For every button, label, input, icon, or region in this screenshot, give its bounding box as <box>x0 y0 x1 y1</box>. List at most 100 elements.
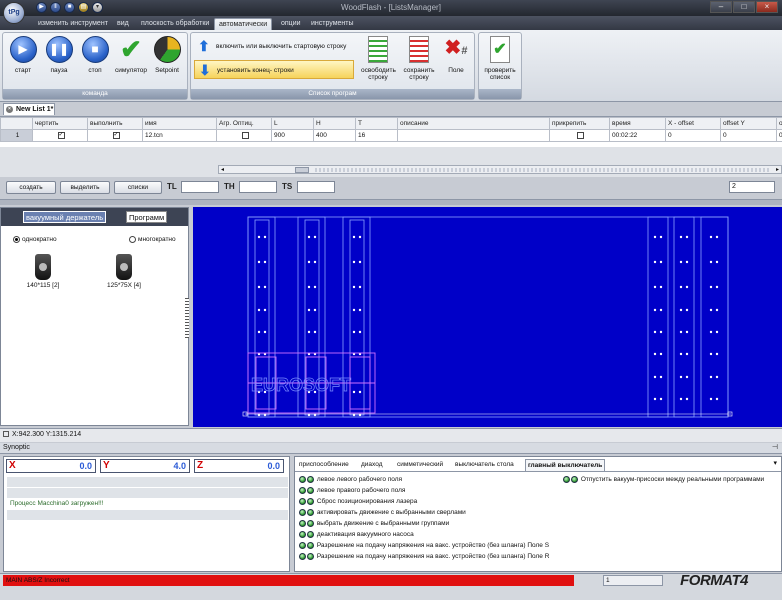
aggr-checkbox-cell[interactable] <box>216 129 272 142</box>
document-tab[interactable]: × New List 1* <box>3 103 55 115</box>
work-table-canvas[interactable]: EUROSOFT <box>193 207 782 427</box>
o-cell[interactable]: 0 <box>776 129 782 142</box>
description-cell[interactable] <box>397 129 550 142</box>
tab-change-tool[interactable]: изменить инструмент <box>34 18 112 30</box>
signal-item[interactable]: Отпустить вакуум-присоски между реальным… <box>563 475 764 484</box>
tl-input[interactable] <box>181 181 219 193</box>
stop-button[interactable]: ■ стоп <box>78 36 112 74</box>
signal-item[interactable]: Сброс позиционирования лазера <box>299 497 417 506</box>
minimize-button[interactable]: – <box>710 1 732 13</box>
simulator-button[interactable]: ✔ симулятор <box>114 36 148 75</box>
save-row-button[interactable]: сохранить строку <box>402 36 436 81</box>
row-number[interactable]: 1 <box>0 129 33 142</box>
lists-button[interactable]: списки <box>114 181 162 194</box>
radio-single-dot[interactable] <box>13 236 20 243</box>
scroll-right-icon[interactable]: ▸ <box>776 166 779 173</box>
column-header[interactable]: X - offset <box>665 117 721 130</box>
field-button[interactable]: ✖# Поле <box>439 36 473 74</box>
radio-single[interactable]: однократно <box>13 236 57 243</box>
t-cell[interactable]: 16 <box>355 129 398 142</box>
execute-checkbox-cell[interactable]: ✓ <box>87 129 143 142</box>
arrow-up-icon: ⬆ <box>198 38 210 54</box>
draw-checkbox-cell[interactable]: ✓ <box>32 129 88 142</box>
th-input[interactable] <box>239 181 277 193</box>
column-header[interactable]: время <box>609 117 666 130</box>
column-header[interactable]: L <box>271 117 314 130</box>
column-header[interactable]: выполнить <box>87 117 143 130</box>
vacuum-cup-icon <box>116 254 132 280</box>
tab-table-switch[interactable]: выключатель стола <box>453 459 516 471</box>
scroll-thumb[interactable] <box>295 167 309 173</box>
column-header[interactable]: H <box>313 117 356 130</box>
close-button[interactable]: × <box>756 1 778 13</box>
tab-programs[interactable]: Программ <box>126 211 168 223</box>
app-logo[interactable]: tPg <box>3 2 25 24</box>
quantity-stepper[interactable]: 2 <box>729 181 775 193</box>
scroll-track[interactable] <box>315 168 771 172</box>
signal-item[interactable]: левое левого рабочего поля <box>299 475 402 484</box>
pause-button[interactable]: ❚❚ пауза <box>42 36 76 74</box>
execute-checkbox[interactable]: ✓ <box>112 131 120 139</box>
l-cell[interactable]: 900 <box>271 129 314 142</box>
tab-automatic[interactable]: автоматически <box>214 18 273 30</box>
table-row[interactable]: 1 ✓ ✓ 12.tcn 900 400 16 00:02:22 0 0 0 <box>0 129 782 142</box>
tab-symmetric[interactable]: симметический <box>395 459 445 471</box>
column-header[interactable]: имя <box>142 117 217 130</box>
column-header[interactable]: offset Y <box>720 117 777 130</box>
time-cell[interactable]: 00:02:22 <box>609 129 666 142</box>
check-group-label <box>479 89 521 99</box>
column-header[interactable]: Агр. Оптиц. <box>216 117 272 130</box>
radio-multiple-dot[interactable] <box>129 236 136 243</box>
name-cell[interactable]: 12.tcn <box>142 129 217 142</box>
list-green-icon <box>368 36 388 63</box>
tool-item[interactable]: 125*75X [4] <box>104 254 144 289</box>
toggle-start-row-button[interactable]: ⬆ включить или выключить стартовую строк… <box>194 37 354 56</box>
tab-main-switch[interactable]: главный выключатель <box>525 459 606 471</box>
draw-checkbox[interactable]: ✓ <box>57 131 65 139</box>
attach-checkbox-cell[interactable] <box>549 129 610 142</box>
tab-vacuum-holder[interactable]: вакуумный держатель <box>23 211 107 223</box>
ts-input[interactable] <box>297 181 335 193</box>
column-header <box>0 117 33 130</box>
column-header[interactable]: o <box>776 117 782 130</box>
tab-tools[interactable]: инструменты <box>307 18 358 30</box>
release-row-button[interactable]: освободить строку <box>361 36 396 81</box>
pin-icon[interactable]: ⊣ <box>772 443 778 453</box>
signal-item[interactable]: деактивация вакуумного насоса <box>299 530 414 539</box>
check-list-button[interactable]: ✔ проверить список <box>483 36 517 81</box>
panel-grip[interactable] <box>185 298 189 338</box>
column-header[interactable]: прикрепить <box>549 117 610 130</box>
signal-item[interactable]: левое правого рабочего поля <box>299 486 405 495</box>
attach-checkbox[interactable] <box>577 131 584 139</box>
tab-view[interactable]: вид <box>113 18 133 30</box>
maximize-button[interactable]: □ <box>733 1 755 13</box>
setpoint-button[interactable]: Setpoint <box>150 36 184 74</box>
create-button[interactable]: создать <box>6 181 56 194</box>
column-header[interactable]: чертить <box>32 117 88 130</box>
start-button[interactable]: ▶ старт <box>6 36 40 74</box>
signal-item[interactable]: Разрешение на подачу напряжения на вакс.… <box>299 541 549 550</box>
tab-diakhod[interactable]: диаход <box>359 459 384 471</box>
h-cell[interactable]: 400 <box>313 129 356 142</box>
column-header[interactable]: описание <box>397 117 550 130</box>
signal-item[interactable]: активировать движение с выбранными сверл… <box>299 508 466 517</box>
tabs-dropdown-icon[interactable]: ▾ <box>773 459 777 467</box>
scroll-left-icon[interactable]: ◂ <box>221 166 224 173</box>
x-offset-cell[interactable]: 0 <box>665 129 721 142</box>
coordinate-status-line: X:942.300 Y:1315.214 <box>0 428 782 442</box>
select-button[interactable]: выделить <box>60 181 110 194</box>
y-offset-cell[interactable]: 0 <box>720 129 777 142</box>
tab-fixture[interactable]: приспособление <box>297 459 351 471</box>
radio-multiple[interactable]: многократно <box>129 236 176 243</box>
set-end-row-button[interactable]: ⬇ установить конец- строки <box>194 60 354 79</box>
tab-options[interactable]: опции <box>277 18 305 30</box>
signal-item[interactable]: Разрешение на подачу напряжения на вакс.… <box>299 552 549 561</box>
splitter[interactable] <box>0 199 782 205</box>
signal-item[interactable]: выбрать движение с выбранными группами <box>299 519 449 528</box>
close-tab-icon[interactable]: × <box>6 106 13 113</box>
aggr-checkbox[interactable] <box>241 131 249 139</box>
column-header[interactable]: T <box>355 117 398 130</box>
tab-work-plane[interactable]: плоскость обработки <box>137 18 213 30</box>
horizontal-scrollbar[interactable]: ◂ ▸ <box>218 165 782 174</box>
tool-item[interactable]: 140*115 [2] <box>23 254 63 289</box>
